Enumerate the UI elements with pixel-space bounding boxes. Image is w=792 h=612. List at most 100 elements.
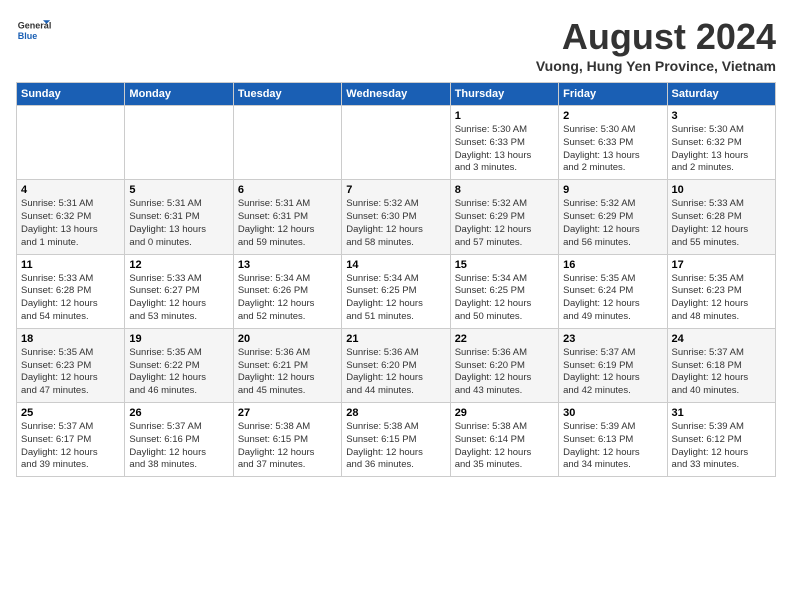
day-info: Sunrise: 5:39 AM Sunset: 6:13 PM Dayligh… [563, 421, 662, 472]
day-number: 20 [238, 333, 337, 345]
weekday-header-sunday: Sunday [17, 83, 125, 106]
day-number: 17 [672, 259, 771, 271]
day-info: Sunrise: 5:34 AM Sunset: 6:26 PM Dayligh… [238, 273, 337, 324]
location-subtitle: Vuong, Hung Yen Province, Vietnam [536, 58, 776, 74]
day-number: 8 [455, 184, 554, 196]
calendar-cell [233, 106, 341, 180]
day-number: 6 [238, 184, 337, 196]
calendar-cell: 2 Sunrise: 5:30 AM Sunset: 6:33 PM Daylig… [559, 106, 667, 180]
day-info: Sunrise: 5:32 AM Sunset: 6:30 PM Dayligh… [346, 198, 445, 249]
weekday-header-friday: Friday [559, 83, 667, 106]
calendar-cell: 9Sunrise: 5:32 AM Sunset: 6:29 PM Daylig… [559, 180, 667, 254]
day-info: Sunrise: 5:32 AM Sunset: 6:29 PM Dayligh… [455, 198, 554, 249]
day-number: 21 [346, 333, 445, 345]
calendar-cell [125, 106, 233, 180]
calendar-cell: 30 Sunrise: 5:39 AM Sunset: 6:13 PM Dayli… [559, 403, 667, 477]
weekday-header-monday: Monday [125, 83, 233, 106]
calendar-cell: 16 Sunrise: 5:35 AM Sunset: 6:24 PM Dayli… [559, 254, 667, 328]
calendar-cell: 22 Sunrise: 5:36 AM Sunset: 6:20 PM Dayli… [450, 328, 558, 402]
calendar-table: SundayMondayTuesdayWednesdayThursdayFrid… [16, 82, 776, 477]
day-info: Sunrise: 5:35 AM Sunset: 6:22 PM Dayligh… [129, 347, 228, 398]
day-info: Sunrise: 5:38 AM Sunset: 6:15 PM Dayligh… [346, 421, 445, 472]
calendar-cell [342, 106, 450, 180]
svg-text:Blue: Blue [18, 31, 38, 41]
day-info: Sunrise: 5:38 AM Sunset: 6:15 PM Dayligh… [238, 421, 337, 472]
day-number: 30 [563, 407, 662, 419]
calendar-cell: 31Sunrise: 5:39 AM Sunset: 6:12 PM Dayli… [667, 403, 775, 477]
day-number: 25 [21, 407, 120, 419]
weekday-header-thursday: Thursday [450, 83, 558, 106]
day-number: 29 [455, 407, 554, 419]
day-info: Sunrise: 5:33 AM Sunset: 6:28 PM Dayligh… [21, 273, 120, 324]
weekday-header-wednesday: Wednesday [342, 83, 450, 106]
calendar-cell: 1 Sunrise: 5:30 AM Sunset: 6:33 PM Daylig… [450, 106, 558, 180]
day-info: Sunrise: 5:38 AM Sunset: 6:14 PM Dayligh… [455, 421, 554, 472]
logo-icon: General Blue [16, 16, 52, 46]
calendar-cell: 27 Sunrise: 5:38 AM Sunset: 6:15 PM Dayli… [233, 403, 341, 477]
day-number: 4 [21, 184, 120, 196]
calendar-cell: 3Sunrise: 5:30 AM Sunset: 6:32 PM Daylig… [667, 106, 775, 180]
calendar-cell: 15 Sunrise: 5:34 AM Sunset: 6:25 PM Dayli… [450, 254, 558, 328]
day-number: 26 [129, 407, 228, 419]
calendar-cell: 7 Sunrise: 5:32 AM Sunset: 6:30 PM Daylig… [342, 180, 450, 254]
calendar-cell: 23Sunrise: 5:37 AM Sunset: 6:19 PM Dayli… [559, 328, 667, 402]
day-info: Sunrise: 5:37 AM Sunset: 6:18 PM Dayligh… [672, 347, 771, 398]
day-info: Sunrise: 5:31 AM Sunset: 6:31 PM Dayligh… [238, 198, 337, 249]
day-number: 27 [238, 407, 337, 419]
day-number: 3 [672, 110, 771, 122]
calendar-cell: 19 Sunrise: 5:35 AM Sunset: 6:22 PM Dayli… [125, 328, 233, 402]
day-info: Sunrise: 5:36 AM Sunset: 6:20 PM Dayligh… [346, 347, 445, 398]
weekday-header-saturday: Saturday [667, 83, 775, 106]
day-info: Sunrise: 5:32 AM Sunset: 6:29 PM Dayligh… [563, 198, 662, 249]
day-number: 7 [346, 184, 445, 196]
weekday-header-row: SundayMondayTuesdayWednesdayThursdayFrid… [17, 83, 776, 106]
day-info: Sunrise: 5:37 AM Sunset: 6:17 PM Dayligh… [21, 421, 120, 472]
calendar-cell: 6 Sunrise: 5:31 AM Sunset: 6:31 PM Daylig… [233, 180, 341, 254]
day-number: 28 [346, 407, 445, 419]
day-number: 14 [346, 259, 445, 271]
day-info: Sunrise: 5:34 AM Sunset: 6:25 PM Dayligh… [346, 273, 445, 324]
day-number: 19 [129, 333, 228, 345]
calendar-cell: 18 Sunrise: 5:35 AM Sunset: 6:23 PM Dayli… [17, 328, 125, 402]
calendar-cell: 20Sunrise: 5:36 AM Sunset: 6:21 PM Dayli… [233, 328, 341, 402]
calendar-cell: 24Sunrise: 5:37 AM Sunset: 6:18 PM Dayli… [667, 328, 775, 402]
day-info: Sunrise: 5:34 AM Sunset: 6:25 PM Dayligh… [455, 273, 554, 324]
calendar-week-1: 1 Sunrise: 5:30 AM Sunset: 6:33 PM Daylig… [17, 106, 776, 180]
calendar-cell: 14 Sunrise: 5:34 AM Sunset: 6:25 PM Dayli… [342, 254, 450, 328]
day-number: 22 [455, 333, 554, 345]
calendar-cell: 17 Sunrise: 5:35 AM Sunset: 6:23 PM Dayli… [667, 254, 775, 328]
day-number: 10 [672, 184, 771, 196]
day-number: 15 [455, 259, 554, 271]
weekday-header-tuesday: Tuesday [233, 83, 341, 106]
calendar-week-4: 18 Sunrise: 5:35 AM Sunset: 6:23 PM Dayli… [17, 328, 776, 402]
calendar-cell: 21 Sunrise: 5:36 AM Sunset: 6:20 PM Dayli… [342, 328, 450, 402]
calendar-cell: 25 Sunrise: 5:37 AM Sunset: 6:17 PM Dayli… [17, 403, 125, 477]
day-number: 5 [129, 184, 228, 196]
calendar-cell: 10 Sunrise: 5:33 AM Sunset: 6:28 PM Dayli… [667, 180, 775, 254]
calendar-cell: 5Sunrise: 5:31 AM Sunset: 6:31 PM Daylig… [125, 180, 233, 254]
day-info: Sunrise: 5:36 AM Sunset: 6:20 PM Dayligh… [455, 347, 554, 398]
day-number: 12 [129, 259, 228, 271]
page-header: General Blue August 2024 Vuong, Hung Yen… [16, 16, 776, 74]
day-number: 2 [563, 110, 662, 122]
day-info: Sunrise: 5:35 AM Sunset: 6:23 PM Dayligh… [672, 273, 771, 324]
title-block: August 2024 Vuong, Hung Yen Province, Vi… [536, 16, 776, 74]
day-info: Sunrise: 5:33 AM Sunset: 6:28 PM Dayligh… [672, 198, 771, 249]
day-number: 1 [455, 110, 554, 122]
day-number: 16 [563, 259, 662, 271]
day-number: 11 [21, 259, 120, 271]
day-number: 23 [563, 333, 662, 345]
day-info: Sunrise: 5:35 AM Sunset: 6:24 PM Dayligh… [563, 273, 662, 324]
day-number: 13 [238, 259, 337, 271]
calendar-cell: 28 Sunrise: 5:38 AM Sunset: 6:15 PM Dayli… [342, 403, 450, 477]
day-info: Sunrise: 5:35 AM Sunset: 6:23 PM Dayligh… [21, 347, 120, 398]
day-info: Sunrise: 5:31 AM Sunset: 6:32 PM Dayligh… [21, 198, 120, 249]
day-info: Sunrise: 5:30 AM Sunset: 6:33 PM Dayligh… [455, 124, 554, 175]
logo: General Blue [16, 16, 52, 46]
calendar-cell: 26 Sunrise: 5:37 AM Sunset: 6:16 PM Dayli… [125, 403, 233, 477]
day-info: Sunrise: 5:37 AM Sunset: 6:16 PM Dayligh… [129, 421, 228, 472]
calendar-cell: 8 Sunrise: 5:32 AM Sunset: 6:29 PM Daylig… [450, 180, 558, 254]
day-info: Sunrise: 5:30 AM Sunset: 6:33 PM Dayligh… [563, 124, 662, 175]
calendar-cell: 4 Sunrise: 5:31 AM Sunset: 6:32 PM Daylig… [17, 180, 125, 254]
day-number: 18 [21, 333, 120, 345]
